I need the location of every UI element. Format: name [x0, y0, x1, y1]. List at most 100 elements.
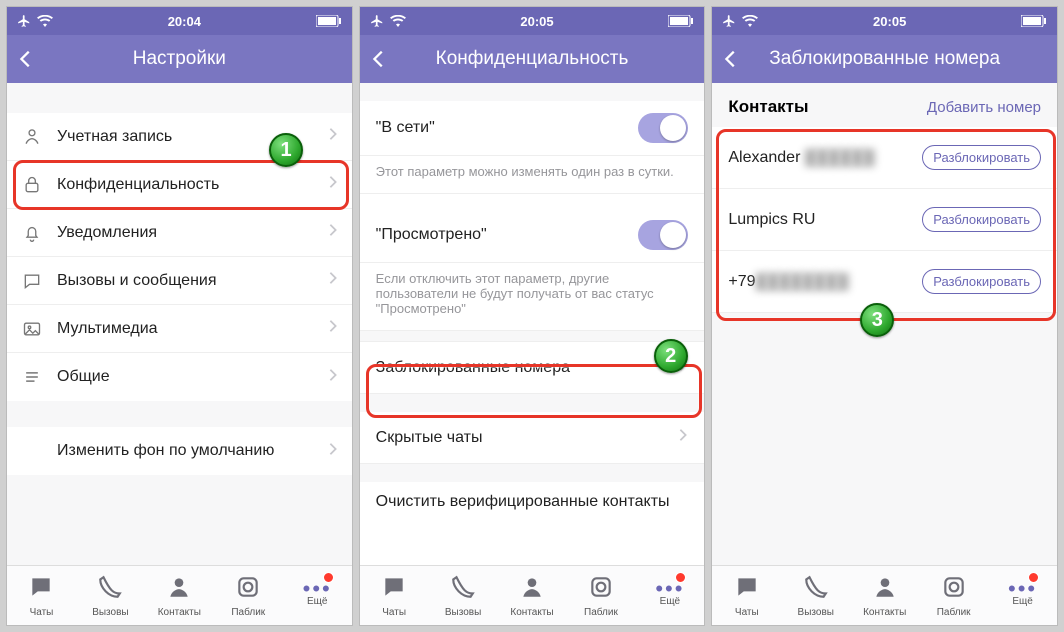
- back-icon[interactable]: [368, 35, 390, 83]
- notification-badge: [323, 572, 334, 583]
- tab-calls[interactable]: Вызовы: [781, 566, 850, 625]
- navbar-title: Настройки: [7, 48, 352, 70]
- contact-row: Alexander ▓▓▓▓▓▓ Разблокировать: [712, 127, 1057, 189]
- status-time: 20:05: [873, 14, 906, 29]
- more-icon: •••: [1008, 584, 1037, 594]
- person-icon: [166, 574, 192, 605]
- tab-public[interactable]: Паблик: [919, 566, 988, 625]
- section-header: Контакты Добавить номер: [712, 83, 1057, 127]
- option-seen-label: "Просмотрено": [376, 226, 487, 244]
- media-icon: [21, 318, 43, 340]
- chat-filled-icon: [381, 574, 407, 605]
- chevron-right-icon: [328, 127, 338, 146]
- wifi-icon: [742, 15, 758, 27]
- battery-icon: [316, 15, 342, 27]
- notification-badge: [675, 572, 686, 583]
- navbar: Настройки: [7, 35, 352, 83]
- more-icon: •••: [303, 584, 332, 594]
- tab-calls[interactable]: Вызовы: [76, 566, 145, 625]
- tab-bar: Чаты Вызовы Контакты Паблик •••Ещё: [7, 565, 352, 625]
- option-online: "В сети": [360, 101, 705, 156]
- chat-filled-icon: [28, 574, 54, 605]
- tab-contacts[interactable]: Контакты: [498, 566, 567, 625]
- battery-icon: [1021, 15, 1047, 27]
- tab-bar: Чаты Вызовы Контакты Паблик •••Ещё: [712, 565, 1057, 625]
- screen-blocked: 20:05 Заблокированные номера Контакты До…: [711, 6, 1058, 626]
- wifi-icon: [37, 15, 53, 27]
- navbar-title: Заблокированные номера: [712, 48, 1057, 70]
- lock-icon: [21, 174, 43, 196]
- contact-row: +79▓▓▓▓▓▓▓▓ Разблокировать: [712, 251, 1057, 313]
- row-privacy[interactable]: Конфиденциальность: [7, 161, 352, 209]
- tab-contacts[interactable]: Контакты: [850, 566, 919, 625]
- row-general[interactable]: Общие: [7, 353, 352, 401]
- tab-chats[interactable]: Чаты: [360, 566, 429, 625]
- chevron-right-icon: [328, 271, 338, 290]
- tab-public[interactable]: Паблик: [566, 566, 635, 625]
- toggle-seen[interactable]: [638, 220, 688, 250]
- phone-icon: [97, 574, 123, 605]
- public-icon: [941, 574, 967, 605]
- tab-calls[interactable]: Вызовы: [429, 566, 498, 625]
- option-seen-desc: Если отключить этот параметр, другие пол…: [360, 263, 705, 330]
- chat-icon: [21, 270, 43, 292]
- bell-icon: [21, 222, 43, 244]
- back-icon[interactable]: [15, 35, 37, 83]
- back-icon[interactable]: [720, 35, 742, 83]
- row-blocked-numbers[interactable]: Заблокированные номера: [360, 342, 705, 394]
- chevron-right-icon: [328, 319, 338, 338]
- status-bar: 20:05: [712, 7, 1057, 35]
- chevron-right-icon: [328, 223, 338, 242]
- row-notifications[interactable]: Уведомления: [7, 209, 352, 257]
- tab-more[interactable]: •••Ещё: [635, 566, 704, 625]
- unblock-button[interactable]: Разблокировать: [922, 269, 1041, 294]
- person-icon: [519, 574, 545, 605]
- row-media[interactable]: Мультимедиа: [7, 305, 352, 353]
- tab-bar: Чаты Вызовы Контакты Паблик •••Ещё: [360, 565, 705, 625]
- user-icon: [21, 126, 43, 148]
- tab-more[interactable]: •••Ещё: [988, 566, 1057, 625]
- contact-name: Lumpics RU: [728, 211, 815, 229]
- add-number-button[interactable]: Добавить номер: [927, 99, 1041, 116]
- chevron-right-icon: [678, 428, 688, 447]
- airplane-mode-icon: [370, 14, 384, 28]
- battery-icon: [668, 15, 694, 27]
- chevron-right-icon: [328, 175, 338, 194]
- chevron-right-icon: [328, 368, 338, 387]
- public-icon: [588, 574, 614, 605]
- wifi-icon: [390, 15, 406, 27]
- notification-badge: [1028, 572, 1039, 583]
- tab-public[interactable]: Паблик: [214, 566, 283, 625]
- option-seen: "Просмотрено": [360, 208, 705, 263]
- status-bar: 20:05: [360, 7, 705, 35]
- toggle-online[interactable]: [638, 113, 688, 143]
- unblock-button[interactable]: Разблокировать: [922, 207, 1041, 232]
- row-hidden-chats[interactable]: Скрытые чаты: [360, 412, 705, 464]
- tab-more[interactable]: •••Ещё: [283, 566, 352, 625]
- contact-name: +79▓▓▓▓▓▓▓▓: [728, 273, 848, 291]
- navbar-title: Конфиденциальность: [360, 48, 705, 70]
- unblock-button[interactable]: Разблокировать: [922, 145, 1041, 170]
- tab-chats[interactable]: Чаты: [712, 566, 781, 625]
- navbar: Конфиденциальность: [360, 35, 705, 83]
- option-online-label: "В сети": [376, 119, 435, 137]
- airplane-mode-icon: [722, 14, 736, 28]
- contact-name: Alexander ▓▓▓▓▓▓: [728, 149, 874, 167]
- chat-filled-icon: [734, 574, 760, 605]
- contacts-header: Контакты: [728, 97, 808, 117]
- tab-contacts[interactable]: Контакты: [145, 566, 214, 625]
- list-icon: [21, 366, 43, 388]
- navbar: Заблокированные номера: [712, 35, 1057, 83]
- airplane-mode-icon: [17, 14, 31, 28]
- status-time: 20:04: [168, 14, 201, 29]
- row-calls-messages[interactable]: Вызовы и сообщения: [7, 257, 352, 305]
- more-icon: •••: [655, 584, 684, 594]
- contact-row: Lumpics RU Разблокировать: [712, 189, 1057, 251]
- phone-icon: [450, 574, 476, 605]
- chevron-right-icon: [328, 442, 338, 461]
- phone-icon: [803, 574, 829, 605]
- row-clear-verified[interactable]: Очистить верифицированные контакты: [360, 482, 705, 522]
- row-change-background[interactable]: Изменить фон по умолчанию: [7, 427, 352, 475]
- callout-1: 1: [269, 133, 303, 167]
- tab-chats[interactable]: Чаты: [7, 566, 76, 625]
